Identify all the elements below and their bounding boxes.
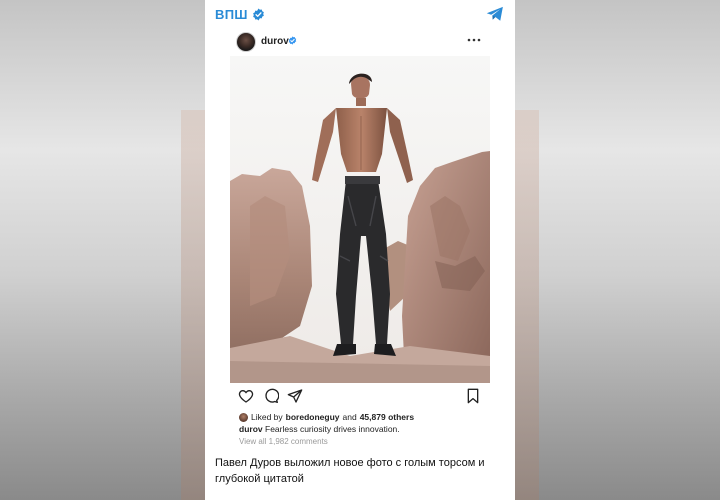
post-photo — [230, 56, 490, 383]
instagram-post-screenshot: durov Liked by boredoneguy and 45,879 ot… — [230, 30, 490, 448]
background-right — [515, 0, 720, 500]
post-actions — [230, 387, 490, 407]
caption-username[interactable]: durov — [239, 424, 263, 434]
background-left — [0, 0, 205, 500]
verified-badge-icon — [288, 36, 297, 45]
liked-by-user[interactable]: boredoneguy — [286, 412, 340, 422]
comment-bubble-icon[interactable] — [263, 388, 279, 404]
telegram-icon[interactable] — [486, 6, 504, 22]
heart-icon[interactable] — [238, 388, 254, 404]
avatar[interactable] — [236, 32, 256, 52]
send-icon[interactable] — [287, 388, 303, 404]
caption-text: Fearless curiosity drives innovation. — [265, 424, 400, 434]
channel-name[interactable]: ВПШ — [215, 7, 248, 22]
likes-count[interactable]: 45,879 others — [360, 412, 414, 422]
desert-portrait-image — [230, 56, 490, 383]
post-header: durov — [230, 30, 490, 54]
telegram-post-card: ВПШ durov Liked by boredoneguy and 45,87… — [205, 0, 515, 500]
likes-summary: Liked by boredoneguy and 45,879 others — [239, 411, 414, 423]
liker-avatar — [239, 412, 248, 422]
liked-and: and — [342, 412, 357, 422]
channel-header: ВПШ — [205, 0, 515, 30]
verified-badge-icon — [252, 8, 264, 21]
post-username[interactable]: durov — [261, 36, 289, 47]
bookmark-icon[interactable] — [465, 388, 481, 404]
channel-title[interactable]: ВПШ — [215, 7, 265, 22]
more-dots-icon[interactable] — [467, 37, 481, 43]
view-comments-link[interactable]: View all 1,982 comments — [239, 437, 328, 446]
post-headline: Павел Дуров выложил новое фото с голым т… — [215, 457, 485, 485]
liked-by-prefix: Liked by — [251, 412, 283, 422]
post-caption: durov Fearless curiosity drives innovati… — [239, 424, 400, 434]
